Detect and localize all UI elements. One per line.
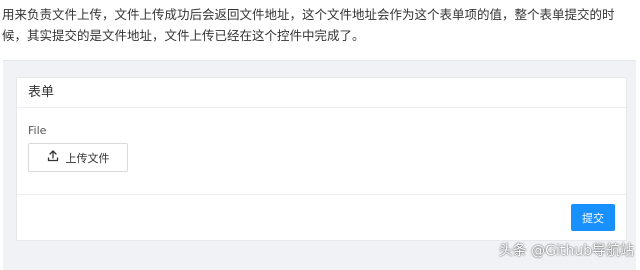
description-text: 用来负责文件上传，文件上传成功后会返回文件地址，这个文件地址会作为这个表单项的值… bbox=[2, 7, 615, 43]
submit-button[interactable]: 提交 bbox=[571, 204, 615, 231]
watermark-text: 头条 @Github导航站 bbox=[498, 243, 634, 259]
form-panel-title: 表单 bbox=[17, 78, 626, 108]
upload-icon bbox=[47, 150, 59, 165]
upload-file-button[interactable]: 上传文件 bbox=[28, 143, 128, 172]
form-panel-body: File 上传文件 bbox=[17, 108, 626, 194]
upload-file-button-label: 上传文件 bbox=[65, 151, 110, 165]
file-field-label: File bbox=[28, 124, 47, 137]
form-panel-footer: 提交 bbox=[17, 194, 626, 240]
form-page-area: 表单 File 上传文件 提交 bbox=[3, 60, 636, 270]
form-panel: 表单 File 上传文件 提交 bbox=[16, 77, 627, 241]
